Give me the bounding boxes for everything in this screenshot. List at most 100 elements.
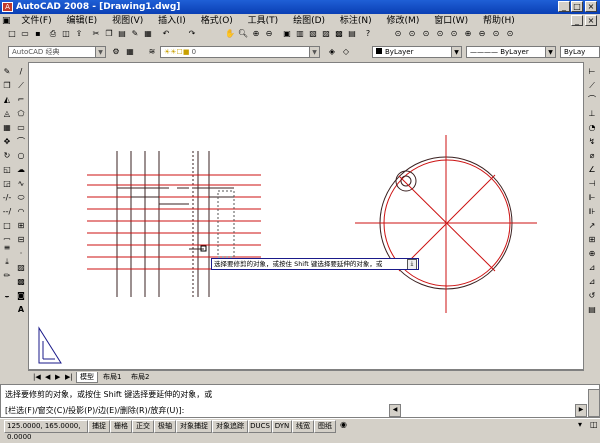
zoom-scale-icon[interactable]: ⊙ bbox=[420, 28, 432, 40]
linear-dim-icon[interactable]: ⊢ bbox=[586, 66, 598, 78]
mtext-icon[interactable]: A bbox=[15, 304, 27, 316]
tool-palettes-icon[interactable]: ▧ bbox=[307, 28, 319, 40]
layer-manager-icon[interactable]: ≋ bbox=[146, 46, 158, 58]
ordinate-icon[interactable]: ⊥ bbox=[586, 108, 598, 120]
hatch-icon[interactable]: ▨ bbox=[15, 262, 27, 274]
zoom-in-icon[interactable]: ⊕ bbox=[462, 28, 474, 40]
tolerance-icon[interactable]: ⊞ bbox=[586, 234, 598, 246]
arc-icon[interactable]: ⌒ bbox=[15, 136, 27, 148]
quickcalc-icon[interactable]: ▤ bbox=[346, 28, 358, 40]
zoom-object-icon[interactable]: ⊙ bbox=[448, 28, 460, 40]
grid-button[interactable]: 栅格 bbox=[110, 420, 132, 433]
scale-icon[interactable]: ◱ bbox=[1, 164, 13, 176]
snap-button[interactable]: 捕捉 bbox=[88, 420, 110, 433]
status-menu-icon[interactable]: ▾ bbox=[578, 420, 582, 429]
paper-button[interactable]: 图纸 bbox=[314, 420, 336, 433]
polyline-icon[interactable]: ⌐ bbox=[15, 94, 27, 106]
paste-icon[interactable]: ▤ bbox=[116, 28, 128, 40]
move-icon[interactable]: ✥ bbox=[1, 136, 13, 148]
match-properties-icon[interactable]: ✎ bbox=[129, 28, 141, 40]
menu-format[interactable]: 格式(O) bbox=[195, 14, 239, 28]
qleader-icon[interactable]: ↗ bbox=[586, 220, 598, 232]
block-editor-icon[interactable]: ▦ bbox=[142, 28, 154, 40]
menu-help[interactable]: 帮助(H) bbox=[477, 14, 521, 28]
workspace-dropdown[interactable]: AutoCAD 经典 ▼ bbox=[8, 46, 106, 58]
workspace-save-icon[interactable]: ▦ bbox=[124, 46, 136, 58]
menu-dimension[interactable]: 标注(N) bbox=[334, 14, 378, 28]
cmd-scroll-right-icon[interactable]: ▶ bbox=[575, 404, 587, 417]
zoom-extents-icon[interactable]: ⊙ bbox=[504, 28, 516, 40]
region-icon[interactable]: ◙ bbox=[15, 290, 27, 302]
markup-icon[interactable]: ▩ bbox=[333, 28, 345, 40]
menu-modify[interactable]: 修改(M) bbox=[381, 14, 426, 28]
help-icon[interactable]: ? bbox=[362, 28, 374, 40]
layer-dropdown[interactable]: ☀☀☐■ 0 ▼ bbox=[160, 46, 320, 58]
ellipse-icon[interactable]: ⬭ bbox=[15, 192, 27, 204]
stretch-icon[interactable]: ◲ bbox=[1, 178, 13, 190]
menu-edit[interactable]: 编辑(E) bbox=[60, 14, 103, 28]
small-inner-circle[interactable] bbox=[400, 175, 412, 187]
design-center-icon[interactable]: ▥ bbox=[294, 28, 306, 40]
save-icon[interactable]: ▪ bbox=[32, 28, 44, 40]
copy-object-icon[interactable]: ❐ bbox=[1, 80, 13, 92]
diameter-icon[interactable]: ⌀ bbox=[586, 150, 598, 162]
workspace-settings-icon[interactable]: ⚙ bbox=[110, 46, 122, 58]
tab-layout1[interactable]: 布局1 bbox=[100, 372, 124, 382]
pencil-icon[interactable]: ✏ bbox=[1, 270, 13, 282]
menu-file[interactable]: 文件(F) bbox=[15, 14, 57, 28]
tab-model[interactable]: 模型 bbox=[76, 372, 98, 383]
menu-tools[interactable]: 工具(T) bbox=[242, 14, 285, 28]
minimize-button[interactable]: _ bbox=[558, 1, 570, 12]
aligned-dim-icon[interactable]: ⟋ bbox=[586, 80, 598, 92]
jogged-icon[interactable]: ↯ bbox=[586, 136, 598, 148]
menu-window[interactable]: 窗口(W) bbox=[428, 14, 474, 28]
communication-icon[interactable]: ◉ bbox=[340, 420, 347, 429]
tab-last-icon[interactable]: ▶| bbox=[62, 372, 76, 382]
print-icon[interactable]: ⎙ bbox=[47, 28, 59, 40]
menu-draw[interactable]: 绘图(D) bbox=[287, 14, 331, 28]
revcloud-icon[interactable]: ☁ bbox=[15, 164, 27, 176]
menu-view[interactable]: 视图(V) bbox=[106, 14, 149, 28]
array-icon[interactable]: ▦ bbox=[1, 122, 13, 134]
point-icon[interactable]: · bbox=[15, 248, 27, 260]
publish-icon[interactable]: ⇪ bbox=[73, 28, 85, 40]
menu-insert[interactable]: 插入(I) bbox=[152, 14, 192, 28]
preview-icon[interactable]: ◫ bbox=[60, 28, 72, 40]
offset-icon[interactable]: ◬ bbox=[1, 108, 13, 120]
ducs-button[interactable]: DUCS bbox=[248, 420, 272, 433]
color-dropdown[interactable]: ByLayer ▼ bbox=[372, 46, 462, 58]
zoom-window-icon[interactable]: ⊕ bbox=[250, 28, 262, 40]
polar-button[interactable]: 极轴 bbox=[154, 420, 176, 433]
close-button[interactable]: × bbox=[585, 1, 597, 12]
make-layer-current-icon[interactable]: ◈ bbox=[326, 46, 338, 58]
coordinates-readout[interactable]: 125.0000, 165.0000, 0.0000 bbox=[4, 420, 88, 441]
zoom-previous-icon[interactable]: ⊖ bbox=[263, 28, 275, 40]
tab-layout2[interactable]: 布局2 bbox=[128, 372, 152, 382]
copy-icon[interactable]: ❐ bbox=[103, 28, 115, 40]
doc-close-button[interactable]: × bbox=[585, 15, 597, 26]
command-prompt[interactable]: [栏选(F)/窗交(C)/投影(P)/边(E)/删除(R)/放弃(U)]: bbox=[5, 405, 184, 416]
dim-update-icon[interactable]: ↺ bbox=[586, 290, 598, 302]
clean-screen-icon[interactable]: ◫ bbox=[590, 420, 598, 429]
spline-icon[interactable]: ∿ bbox=[15, 178, 27, 190]
lineweight-dropdown[interactable]: ByLay bbox=[560, 46, 600, 58]
zoom-dynamic-icon[interactable]: ⊙ bbox=[406, 28, 418, 40]
selected-rectangle[interactable] bbox=[217, 190, 235, 258]
cut-icon[interactable]: ✂ bbox=[90, 28, 102, 40]
ortho-button[interactable]: 正交 bbox=[132, 420, 154, 433]
linetype-dropdown[interactable]: ———— ByLayer ▼ bbox=[466, 46, 556, 58]
arc-length-icon[interactable]: ⌒ bbox=[586, 94, 598, 106]
osnap-button[interactable]: 对象捕捉 bbox=[176, 420, 212, 433]
center-mark-icon[interactable]: ⊕ bbox=[586, 248, 598, 260]
ellipse-arc-icon[interactable]: ◠ bbox=[15, 206, 27, 218]
pan-icon[interactable]: ✋ bbox=[224, 28, 236, 40]
layer-previous-icon[interactable]: ◇ bbox=[340, 46, 352, 58]
undo-icon[interactable]: ↶ bbox=[160, 28, 172, 40]
polygon-icon[interactable]: ⬠ bbox=[15, 108, 27, 120]
draworder-icon[interactable]: ⤓ bbox=[1, 256, 13, 268]
new-icon[interactable]: □ bbox=[6, 28, 18, 40]
zoom-all-icon[interactable]: ⊙ bbox=[392, 28, 404, 40]
circle-icon[interactable]: ○ bbox=[15, 150, 27, 162]
lineweight-button[interactable]: 线宽 bbox=[292, 420, 314, 433]
dim-style-icon[interactable]: ▤ bbox=[586, 304, 598, 316]
